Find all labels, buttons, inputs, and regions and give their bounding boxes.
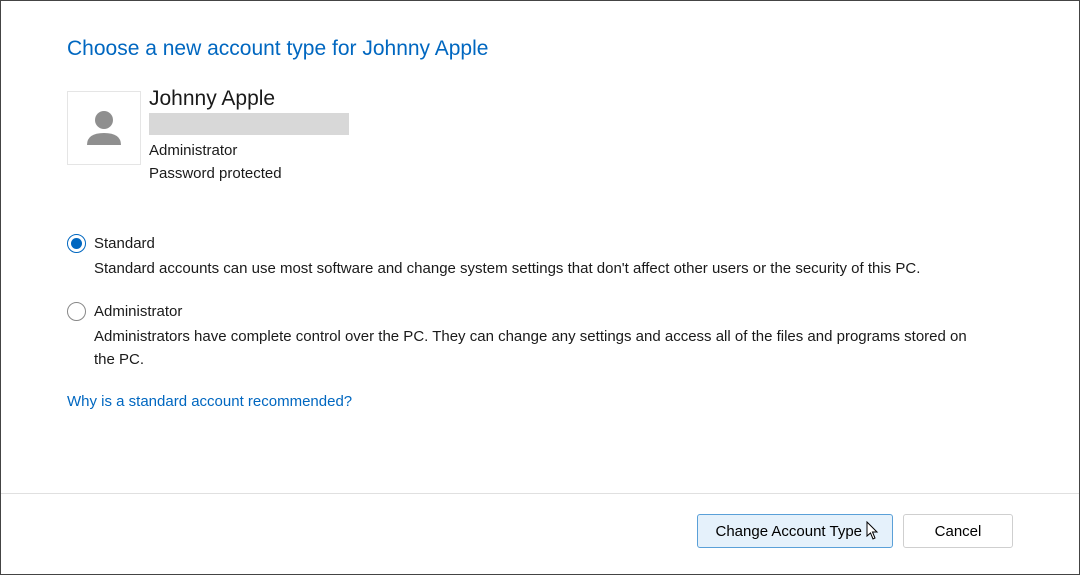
user-email-redacted <box>149 113 349 135</box>
option-standard-description: Standard accounts can use most software … <box>94 257 984 280</box>
dialog-footer: Change Account Type Cancel <box>1 493 1079 548</box>
help-link[interactable]: Why is a standard account recommended? <box>67 393 352 410</box>
person-icon <box>81 105 127 151</box>
option-standard-label: Standard <box>94 235 155 252</box>
radio-standard[interactable] <box>67 234 86 253</box>
change-button-label: Change Account Type <box>716 523 863 540</box>
cancel-button[interactable]: Cancel <box>903 514 1013 548</box>
change-account-type-button[interactable]: Change Account Type <box>697 514 894 548</box>
user-name: Johnny Apple <box>149 87 349 111</box>
option-administrator-description: Administrators have complete control ove… <box>94 325 984 372</box>
option-administrator[interactable]: Administrator Administrators have comple… <box>67 302 1013 372</box>
option-standard[interactable]: Standard Standard accounts can use most … <box>67 234 1013 280</box>
user-summary: Johnny Apple Administrator Password prot… <box>67 87 1013 186</box>
page-title: Choose a new account type for Johnny App… <box>67 37 1013 61</box>
option-administrator-label: Administrator <box>94 303 182 320</box>
avatar <box>67 91 141 165</box>
user-security: Password protected <box>149 162 349 185</box>
user-role: Administrator <box>149 139 349 162</box>
cursor-icon <box>866 521 882 541</box>
radio-administrator[interactable] <box>67 302 86 321</box>
